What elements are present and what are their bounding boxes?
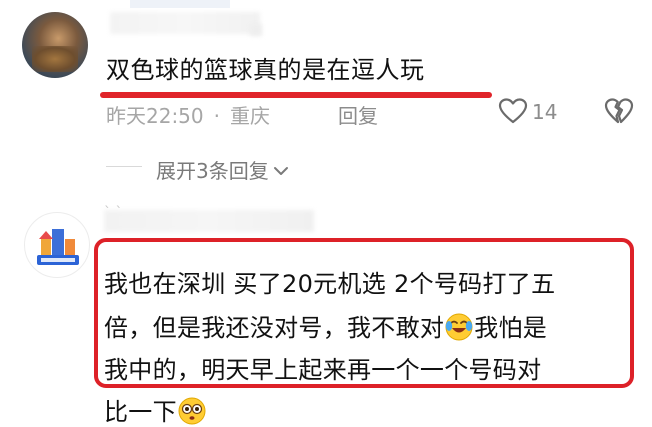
avatar[interactable] (22, 12, 88, 78)
laughing-crying-emoji-icon (445, 313, 473, 341)
wide-eyes-emoji-icon (178, 397, 206, 425)
chevron-down-icon (273, 167, 288, 175)
expand-replies-button[interactable]: 展开3条回复 (156, 155, 289, 184)
avatar[interactable] (24, 212, 90, 278)
expand-divider (106, 166, 142, 167)
meta-separator: · (213, 104, 220, 128)
username-blurred[interactable] (104, 210, 314, 232)
comment-text-segment: 比一下 (104, 398, 177, 426)
expand-replies-label: 展开3条回复 (156, 159, 269, 183)
brand-logo-icon (37, 229, 79, 265)
comment-text-line: 我也在深圳 买了20元机选 2个号码打了五 (104, 270, 556, 298)
highlight-underline (100, 92, 492, 98)
like-count: 14 (532, 100, 558, 124)
comment-text-line: 倍，但是我还没对号，我不敢对 我怕是 (104, 308, 547, 343)
heart-outline-icon[interactable] (498, 97, 528, 125)
comment-text-segment: 倍，但是我还没对号，我不敢对 (104, 314, 445, 342)
comment-text-line: 我中的，明天早上起来再一个一个号码对 (104, 356, 542, 384)
comment-meta: 昨天22:50 · 重庆 (106, 100, 270, 129)
comment-location: 重庆 (230, 104, 270, 128)
comment-time: 昨天22:50 (106, 104, 204, 128)
broken-heart-icon[interactable] (604, 97, 634, 125)
username-blurred-fragment (250, 24, 262, 36)
username-blurred[interactable] (110, 12, 260, 34)
top-blurred-bar (130, 0, 230, 8)
reply-button[interactable]: 回复 (338, 100, 378, 129)
comment-text: 双色球的篮球真的是在逗人玩 (106, 56, 425, 84)
comment-text-line: 比一下 (104, 392, 207, 427)
comment-text-segment: 我怕是 (474, 314, 548, 342)
